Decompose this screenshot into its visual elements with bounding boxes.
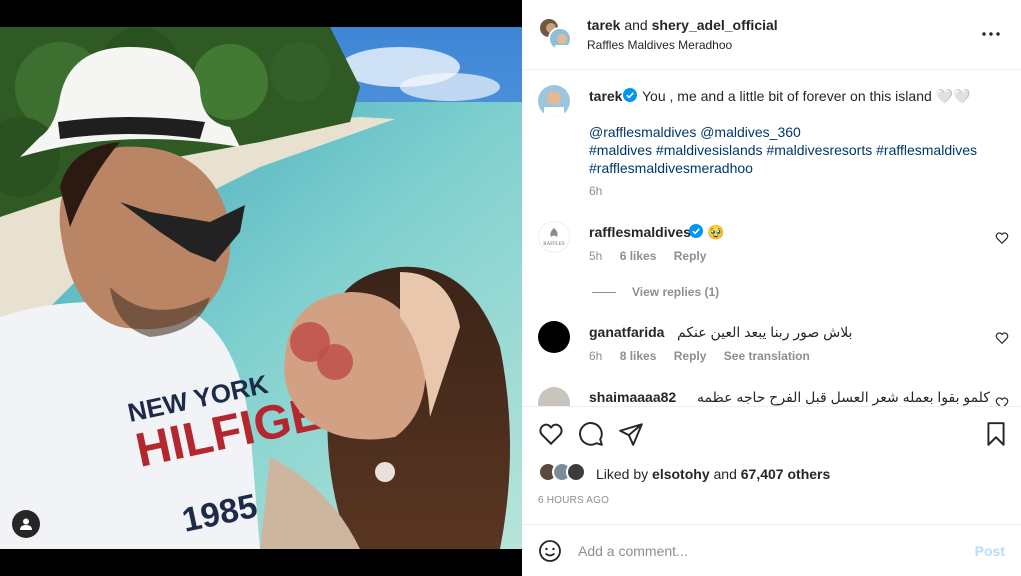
liked-by-text: Liked by elsotohy and 67,407 others: [596, 466, 830, 482]
comment-meta: 5h 6 likes Reply: [589, 249, 720, 263]
post-actions: Liked by elsotohy and 67,407 others 6 HO…: [522, 406, 1021, 524]
post-photo[interactable]: HILFIGER NEW YORK 1985: [0, 27, 522, 549]
caption-timestamp[interactable]: 6h: [589, 184, 602, 198]
heart-icon[interactable]: [538, 421, 564, 447]
comment-username[interactable]: rafflesmaldives: [589, 224, 691, 240]
comment-text: بلاش صور ربنا يبعد العين عنكم: [677, 324, 853, 340]
comment-reply-button[interactable]: Reply: [674, 249, 707, 263]
liked-by-user-link[interactable]: elsotohy: [652, 466, 710, 482]
add-comment-bar: Post: [522, 524, 1021, 576]
comment-like-heart-icon[interactable]: [995, 231, 1009, 245]
liked-by-prefix: Liked by: [596, 466, 649, 482]
verified-badge-icon: [623, 88, 637, 102]
view-replies-label: View replies (1): [632, 285, 720, 299]
post-comment-button[interactable]: Post: [975, 543, 1005, 559]
comment-icon[interactable]: [578, 421, 604, 447]
likes-count-link[interactable]: 67,407 others: [741, 466, 831, 482]
post-timestamp[interactable]: 6 HOURS AGO: [538, 495, 609, 506]
bookmark-icon[interactable]: [983, 421, 1009, 447]
more-horizontal-icon[interactable]: [979, 22, 1003, 46]
author-avatar-2[interactable]: [548, 27, 572, 51]
comment-avatar-ganatfarida[interactable]: [538, 321, 570, 353]
caption-hashtags-1[interactable]: #maldives #maldivesislands #maldivesreso…: [589, 142, 977, 158]
comment-meta: 6h 8 likes Reply See translation: [589, 349, 824, 363]
liker-avatar: [566, 462, 586, 482]
comment-time[interactable]: 5h: [589, 249, 602, 263]
comment-text: كلمو بقوا بعمله شعر العسل قبل الفرح حاجه…: [697, 389, 990, 405]
caption-mentions[interactable]: @rafflesmaldives @maldives_360: [589, 124, 801, 140]
liked-by-and: and: [713, 466, 737, 482]
comment-username[interactable]: ganatfarida: [589, 324, 664, 340]
comment-time[interactable]: 6h: [589, 349, 602, 363]
comment-avatar-rafflesmaldives[interactable]: RAFFLES: [538, 221, 570, 253]
beach-selfie-image: HILFIGER NEW YORK 1985: [0, 27, 522, 549]
authors-conjunction: and: [624, 17, 648, 33]
comment-username[interactable]: shaimaaaa82: [589, 389, 676, 405]
view-replies-button[interactable]: View replies (1): [592, 285, 719, 299]
caption-avatar[interactable]: [538, 85, 570, 117]
location-link[interactable]: Raffles Maldives Meradhoo: [587, 38, 732, 52]
comment-reply-button[interactable]: Reply: [674, 349, 707, 363]
see-translation-button[interactable]: See translation: [724, 349, 810, 363]
view-replies-line: [592, 291, 616, 293]
comment-likes-count[interactable]: 8 likes: [620, 349, 657, 363]
comment-avatar-shaimaaaa82[interactable]: [538, 387, 570, 406]
post-header: tarek and shery_adel_official Raffles Ma…: [522, 0, 1021, 70]
author-2-link[interactable]: shery_adel_official: [652, 17, 778, 33]
comment-text: 🥹: [707, 224, 725, 240]
caption-text: You , me and a little bit of forever on …: [642, 88, 971, 104]
comment-like-heart-icon[interactable]: [995, 331, 1009, 345]
comment-input[interactable]: [578, 539, 958, 563]
comment-likes-count[interactable]: 6 likes: [620, 249, 657, 263]
post-details-panel: tarek and shery_adel_official Raffles Ma…: [522, 0, 1021, 576]
comment-like-heart-icon[interactable]: [995, 396, 1009, 406]
caption-hashtags-2[interactable]: #rafflesmaldivesmeradhoo: [589, 160, 753, 176]
comments-section[interactable]: tarek You , me and a little bit of forev…: [522, 71, 1021, 406]
emoji-icon[interactable]: [538, 539, 562, 563]
send-icon[interactable]: [618, 421, 644, 447]
post-media-pane: HILFIGER NEW YORK 1985: [0, 0, 522, 576]
user-tags-icon[interactable]: [12, 510, 40, 538]
verified-badge-icon: [689, 224, 703, 238]
raffles-logo-text: RAFFLES: [543, 242, 565, 247]
author-1-link[interactable]: tarek: [587, 17, 620, 33]
caption-username[interactable]: tarek: [589, 88, 622, 104]
post-authors: tarek and shery_adel_official: [587, 17, 778, 33]
